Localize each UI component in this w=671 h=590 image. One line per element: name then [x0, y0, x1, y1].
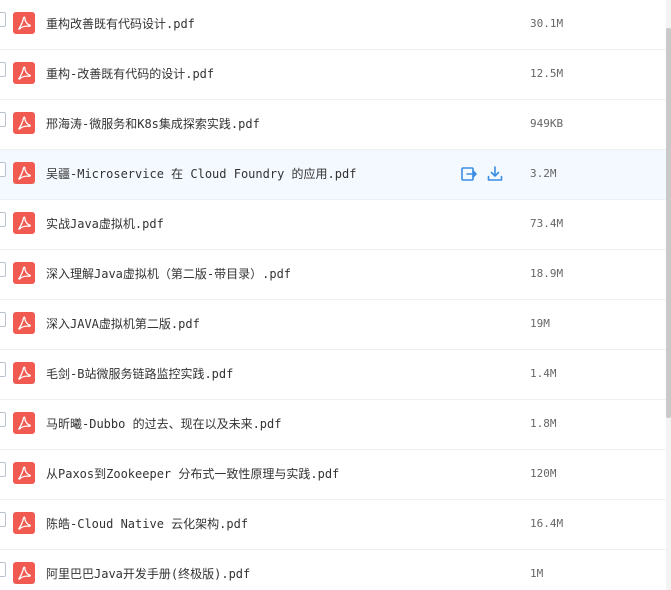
file-row[interactable]: 毛剑-B站微服务链路监控实践.pdf 1.4M — [0, 350, 666, 400]
pdf-icon — [13, 362, 35, 384]
file-size: 1M — [530, 567, 544, 580]
row-checkbox[interactable] — [0, 462, 6, 477]
row-checkbox[interactable] — [0, 112, 6, 127]
share-icon[interactable] — [460, 165, 478, 183]
pdf-icon — [13, 62, 35, 84]
file-row[interactable]: 实战Java虚拟机.pdf 73.4M — [0, 200, 666, 250]
pdf-icon — [13, 512, 35, 534]
pdf-icon — [13, 312, 35, 334]
row-checkbox[interactable] — [0, 362, 6, 377]
file-row[interactable]: 吴疆-Microservice 在 Cloud Foundry 的应用.pdf … — [0, 150, 666, 200]
row-checkbox[interactable] — [0, 562, 6, 577]
file-row[interactable]: 阿里巴巴Java开发手册(终极版).pdf 1M — [0, 550, 666, 590]
pdf-icon — [13, 262, 35, 284]
file-size: 16.4M — [530, 517, 564, 530]
file-row[interactable]: 重构改善既有代码设计.pdf 30.1M — [0, 0, 666, 50]
download-icon[interactable] — [486, 165, 504, 183]
file-name[interactable]: 阿里巴巴Java开发手册(终极版).pdf — [46, 566, 250, 582]
file-size: 949KB — [530, 117, 564, 130]
file-name[interactable]: 重构-改善既有代码的设计.pdf — [46, 66, 214, 82]
pdf-icon — [13, 412, 35, 434]
pdf-icon — [13, 162, 35, 184]
pdf-icon — [13, 562, 35, 584]
scrollbar-thumb[interactable] — [666, 28, 671, 418]
file-row[interactable]: 从Paxos到Zookeeper 分布式一致性原理与实践.pdf 120M — [0, 450, 666, 500]
file-name[interactable]: 深入理解Java虚拟机（第二版-带目录）.pdf — [46, 266, 291, 282]
row-checkbox[interactable] — [0, 412, 6, 427]
file-list: 重构改善既有代码设计.pdf 30.1M 重构-改善既有代码的设计.pdf 12… — [0, 0, 666, 590]
file-size: 18.9M — [530, 267, 564, 280]
file-size: 1.8M — [530, 417, 557, 430]
file-name[interactable]: 实战Java虚拟机.pdf — [46, 216, 164, 232]
pdf-icon — [13, 462, 35, 484]
file-name[interactable]: 吴疆-Microservice 在 Cloud Foundry 的应用.pdf — [46, 166, 356, 182]
file-name[interactable]: 重构改善既有代码设计.pdf — [46, 16, 195, 32]
row-checkbox[interactable] — [0, 262, 6, 277]
file-size: 120M — [530, 467, 557, 480]
row-actions — [460, 165, 504, 183]
file-name[interactable]: 深入JAVA虚拟机第二版.pdf — [46, 316, 200, 332]
file-name[interactable]: 从Paxos到Zookeeper 分布式一致性原理与实践.pdf — [46, 466, 339, 482]
file-size: 3.2M — [530, 167, 557, 180]
pdf-icon — [13, 112, 35, 134]
row-checkbox[interactable] — [0, 12, 6, 27]
pdf-icon — [13, 212, 35, 234]
file-size: 12.5M — [530, 67, 564, 80]
file-size: 73.4M — [530, 217, 564, 230]
row-checkbox[interactable] — [0, 512, 6, 527]
file-row[interactable]: 重构-改善既有代码的设计.pdf 12.5M — [0, 50, 666, 100]
file-row[interactable]: 深入JAVA虚拟机第二版.pdf 19M — [0, 300, 666, 350]
scrollbar[interactable] — [666, 0, 671, 590]
row-checkbox[interactable] — [0, 312, 6, 327]
pdf-icon — [13, 12, 35, 34]
row-checkbox[interactable] — [0, 162, 6, 177]
file-name[interactable]: 马昕曦-Dubbo 的过去、现在以及未来.pdf — [46, 416, 281, 432]
file-row[interactable]: 马昕曦-Dubbo 的过去、现在以及未来.pdf 1.8M — [0, 400, 666, 450]
file-row[interactable]: 深入理解Java虚拟机（第二版-带目录）.pdf 18.9M — [0, 250, 666, 300]
file-row[interactable]: 邢海涛-微服务和K8s集成探索实践.pdf 949KB — [0, 100, 666, 150]
file-name[interactable]: 陈皓-Cloud Native 云化架构.pdf — [46, 516, 248, 532]
row-checkbox[interactable] — [0, 62, 6, 77]
file-row[interactable]: 陈皓-Cloud Native 云化架构.pdf 16.4M — [0, 500, 666, 550]
file-name[interactable]: 毛剑-B站微服务链路监控实践.pdf — [46, 366, 233, 382]
row-checkbox[interactable] — [0, 212, 6, 227]
file-size: 19M — [530, 317, 550, 330]
file-name[interactable]: 邢海涛-微服务和K8s集成探索实践.pdf — [46, 116, 260, 132]
file-size: 1.4M — [530, 367, 557, 380]
file-size: 30.1M — [530, 17, 564, 30]
